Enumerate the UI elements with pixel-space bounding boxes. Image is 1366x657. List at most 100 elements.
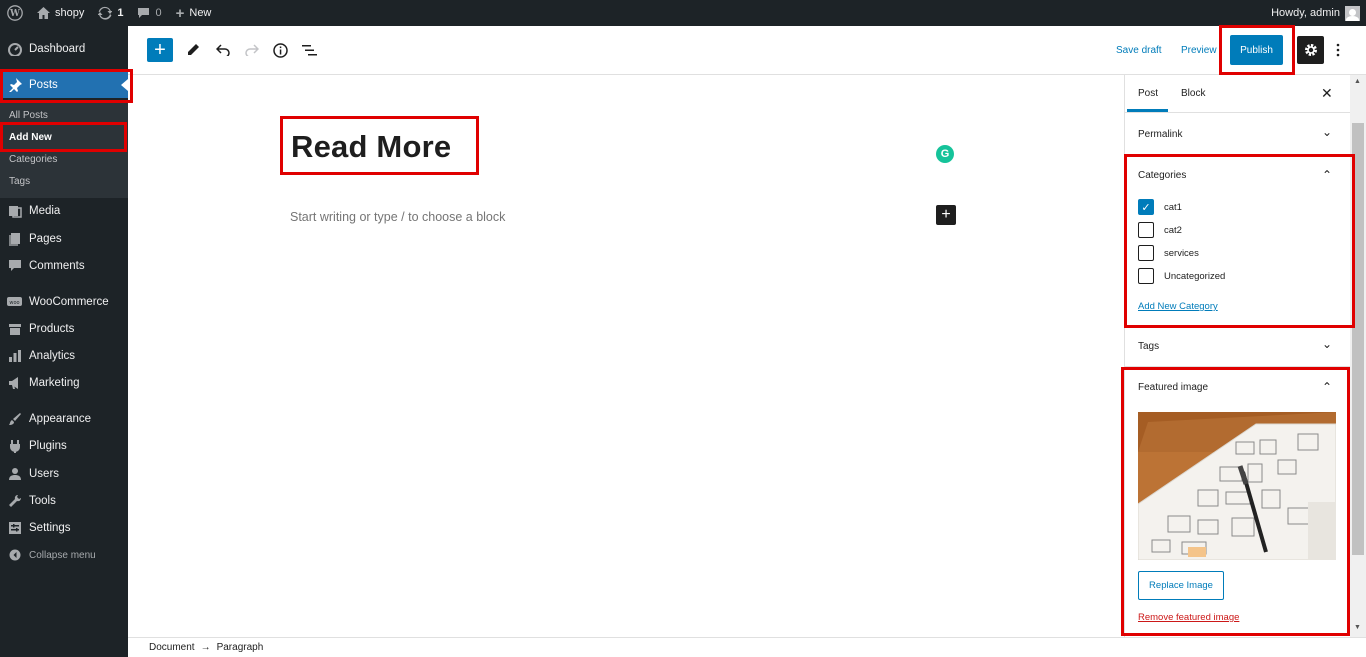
- category-name: Uncategorized: [1164, 270, 1226, 282]
- category-option[interactable]: ✓ cat1: [1138, 199, 1182, 215]
- undo-button[interactable]: [212, 39, 234, 61]
- info-icon: [272, 42, 288, 58]
- scroll-down-arrow-icon[interactable]: ▼: [1354, 624, 1361, 631]
- list-view-icon: [301, 44, 317, 55]
- tags-panel-header[interactable]: Tags ⌄: [1125, 327, 1351, 367]
- collapse-menu-button[interactable]: Collapse menu: [0, 542, 128, 568]
- menu-media[interactable]: Media: [0, 198, 128, 224]
- new-label: New: [189, 7, 212, 19]
- menu-marketing[interactable]: Marketing: [0, 370, 128, 396]
- menu-tools[interactable]: Tools: [0, 488, 128, 514]
- preview-button[interactable]: Preview: [1181, 45, 1217, 56]
- tools-icon: [7, 494, 22, 509]
- remove-featured-image-link[interactable]: Remove featured image: [1138, 612, 1239, 623]
- menu-label: Users: [29, 468, 60, 480]
- menu-label: Comments: [29, 260, 85, 272]
- submenu-tags[interactable]: Tags: [9, 176, 30, 187]
- undo-icon: [215, 44, 230, 56]
- menu-settings[interactable]: Settings: [0, 515, 128, 541]
- menu-analytics[interactable]: Analytics: [0, 343, 128, 369]
- submenu-add-new[interactable]: Add New: [9, 132, 52, 143]
- category-option[interactable]: Uncategorized: [1138, 268, 1225, 284]
- menu-comments[interactable]: Comments: [0, 253, 128, 279]
- menu-products[interactable]: Products: [0, 316, 128, 342]
- submenu-all-posts[interactable]: All Posts: [9, 110, 48, 121]
- analytics-icon: [7, 349, 22, 364]
- plus-icon: +: [941, 206, 951, 223]
- close-settings-button[interactable]: ✕: [1321, 85, 1333, 102]
- save-draft-button[interactable]: Save draft: [1116, 45, 1162, 56]
- menu-label: Dashboard: [29, 43, 86, 55]
- tab-block[interactable]: Block: [1181, 88, 1205, 99]
- comment-icon: [138, 8, 150, 18]
- settings-scrollbar[interactable]: ▲ ▼: [1350, 75, 1366, 637]
- menu-label: Appearance: [29, 413, 92, 425]
- category-checkbox[interactable]: [1138, 222, 1154, 238]
- menu-posts[interactable]: Posts: [0, 72, 128, 98]
- category-name: cat1: [1164, 201, 1182, 213]
- menu-pages[interactable]: Pages: [0, 226, 128, 252]
- menu-users[interactable]: Users: [0, 461, 128, 487]
- block-placeholder[interactable]: Start writing or type / to choose a bloc…: [290, 210, 505, 224]
- settings-icon: [7, 521, 22, 536]
- menu-label: Products: [29, 323, 75, 335]
- replace-image-button[interactable]: Replace Image: [1138, 571, 1224, 600]
- breadcrumb-document[interactable]: Document: [149, 642, 195, 653]
- publish-button[interactable]: Publish: [1230, 35, 1283, 65]
- submenu-categories[interactable]: Categories: [9, 154, 57, 165]
- plus-icon: +: [175, 4, 185, 22]
- scroll-up-arrow-icon[interactable]: ▲: [1354, 78, 1361, 85]
- more-options-button[interactable]: [1331, 38, 1345, 62]
- wordpress-logo[interactable]: W: [0, 0, 30, 26]
- post-title[interactable]: Read More: [291, 129, 451, 165]
- featured-image-panel-header[interactable]: Featured image ⌃: [1125, 368, 1351, 408]
- permalink-panel-header[interactable]: Permalink ⌄: [1125, 115, 1351, 155]
- woocommerce-icon: woo: [7, 295, 22, 310]
- details-button[interactable]: [269, 39, 291, 61]
- category-checkbox[interactable]: ✓: [1138, 199, 1154, 215]
- scrollbar-thumb[interactable]: [1352, 123, 1364, 555]
- admin-sidebar: Dashboard Posts All Posts Add New Catego…: [0, 26, 128, 657]
- breadcrumb-paragraph[interactable]: Paragraph: [217, 642, 264, 653]
- tab-post[interactable]: Post: [1138, 88, 1158, 99]
- menu-plugins[interactable]: Plugins: [0, 433, 128, 459]
- pages-icon: [7, 232, 22, 247]
- categories-panel-header[interactable]: Categories ⌃: [1125, 156, 1351, 196]
- redo-button[interactable]: [240, 39, 262, 61]
- svg-text:W: W: [9, 9, 20, 19]
- menu-woocommerce[interactable]: woo WooCommerce: [0, 289, 128, 315]
- category-checkbox[interactable]: [1138, 268, 1154, 284]
- comments-count: 0: [155, 7, 162, 19]
- new-content-link[interactable]: + New: [169, 0, 219, 26]
- menu-label: Tools: [29, 495, 56, 507]
- updates-link[interactable]: 1: [91, 0, 130, 26]
- featured-image-preview[interactable]: [1138, 412, 1336, 560]
- gear-icon: [1304, 44, 1317, 56]
- menu-label: WooCommerce: [29, 296, 109, 308]
- comments-icon: [7, 259, 22, 274]
- menu-dashboard[interactable]: Dashboard: [0, 36, 128, 62]
- category-option[interactable]: services: [1138, 245, 1199, 261]
- add-block-button[interactable]: +: [147, 38, 173, 62]
- avatar: [1345, 5, 1360, 21]
- featured-image-label: Featured image: [1138, 382, 1209, 393]
- plugins-icon: [7, 439, 22, 454]
- chevron-down-icon: ⌄: [1322, 125, 1333, 139]
- menu-label: Marketing: [29, 377, 80, 389]
- grammarly-icon[interactable]: G: [936, 145, 954, 163]
- block-inserter-button[interactable]: +: [936, 205, 956, 225]
- category-checkbox[interactable]: [1138, 245, 1154, 261]
- outline-button[interactable]: [298, 39, 320, 61]
- admin-bar: W shopy 1 0 + New Howdy, admin: [0, 0, 1366, 26]
- users-icon: [7, 467, 22, 482]
- settings-toggle-button[interactable]: [1297, 36, 1324, 64]
- block-breadcrumb: Document → Paragraph: [128, 637, 1366, 657]
- site-name-link[interactable]: shopy: [30, 0, 91, 26]
- menu-appearance[interactable]: Appearance: [0, 406, 128, 432]
- add-new-category-link[interactable]: Add New Category: [1138, 301, 1218, 312]
- category-option[interactable]: cat2: [1138, 222, 1182, 238]
- my-account-link[interactable]: Howdy, admin: [1264, 0, 1366, 26]
- tools-button[interactable]: [182, 39, 204, 61]
- comments-link[interactable]: 0: [130, 0, 168, 26]
- plus-icon: +: [154, 39, 166, 61]
